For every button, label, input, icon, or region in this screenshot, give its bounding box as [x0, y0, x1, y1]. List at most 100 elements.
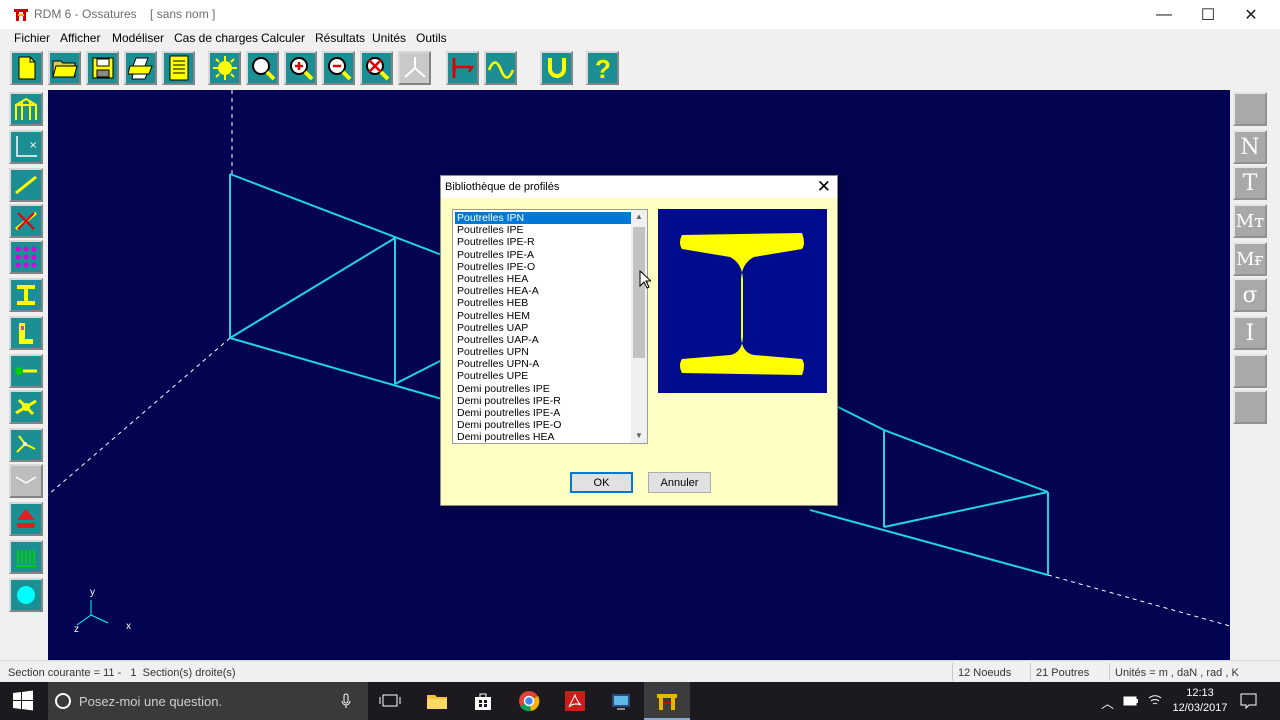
zoom-icon — [251, 57, 275, 81]
file-explorer-icon[interactable] — [425, 689, 449, 713]
wifi-icon[interactable] — [1147, 693, 1163, 707]
store-icon[interactable] — [471, 689, 495, 713]
node-tool-button[interactable]: × — [9, 130, 43, 164]
stress-button[interactable]: σ — [1233, 278, 1267, 312]
wave-icon — [487, 61, 514, 79]
run-button[interactable] — [9, 578, 43, 612]
zoom-cancel-icon — [365, 57, 389, 81]
open-button[interactable] — [48, 51, 81, 85]
load-tool-button[interactable] — [9, 502, 43, 536]
node-move-button[interactable] — [9, 428, 43, 462]
profile-list-item[interactable]: Poutrelles UPN-A — [455, 358, 631, 370]
maximize-button[interactable]: ☐ — [1185, 0, 1231, 29]
profile-list-item[interactable]: Poutrelles HEA — [455, 273, 631, 285]
support-tool-button[interactable] — [9, 354, 43, 388]
menu-fichier[interactable]: Fichier — [14, 31, 50, 45]
profile-list-item[interactable]: Demi poutrelles IPE-A — [455, 407, 631, 419]
profile-list-item[interactable]: Poutrelles UPE — [455, 370, 631, 382]
profile-list-item[interactable]: Demi poutrelles HEA — [455, 431, 631, 443]
search-box[interactable]: Posez-moi une question. — [48, 682, 368, 720]
profile-list-item[interactable]: Poutrelles IPN — [455, 212, 631, 225]
profile-list-item[interactable]: Poutrelles UAP — [455, 322, 631, 334]
menu-calculer[interactable]: Calculer — [261, 31, 305, 45]
ok-button[interactable]: OK — [570, 472, 633, 493]
section-tool-button[interactable] — [9, 278, 43, 312]
dialog-close-button[interactable]: ✕ — [817, 177, 831, 197]
zoom-cancel-button[interactable] — [360, 51, 393, 85]
material-icon — [19, 323, 33, 344]
torsion-moment-button[interactable]: Mт — [1233, 204, 1267, 238]
profile-list-item[interactable]: Demi poutrelles IPE-O — [455, 419, 631, 431]
tray-chevron-icon[interactable]: ︿ — [1101, 693, 1114, 712]
zoom-button[interactable] — [246, 51, 279, 85]
minimize-button[interactable]: — — [1141, 0, 1187, 29]
windows-start-icon[interactable] — [11, 689, 35, 713]
rdm6-app-icon — [657, 694, 677, 710]
result-blank-button-3[interactable] — [1233, 390, 1267, 424]
action-center-icon[interactable] — [1240, 693, 1257, 709]
virtualbox-icon[interactable] — [609, 689, 633, 713]
scroll-thumb[interactable] — [633, 227, 645, 358]
notes-button[interactable] — [162, 51, 195, 85]
status-bar: Section courante = 11 - 1 Section(s) dro… — [0, 660, 1280, 682]
task-view-icon[interactable] — [378, 689, 402, 713]
brightness-button[interactable] — [208, 51, 241, 85]
delete-beam-button[interactable] — [9, 204, 43, 238]
zoom-out-button[interactable] — [322, 51, 355, 85]
help-button[interactable]: ? — [586, 51, 619, 85]
rdm6-taskbar-button[interactable] — [644, 682, 690, 720]
menu-resultats[interactable]: Résultats — [315, 31, 365, 45]
release-tool-button[interactable] — [9, 390, 43, 424]
save-button[interactable] — [86, 51, 119, 85]
disabled-tool-button[interactable] — [9, 464, 43, 498]
result-blank-button-2[interactable] — [1233, 354, 1267, 388]
acrobat-icon[interactable] — [563, 689, 587, 713]
normal-force-button[interactable]: N — [1233, 130, 1267, 164]
taskbar-clock[interactable]: 12:13 12/03/2017 — [1170, 686, 1230, 716]
profile-list-item[interactable]: Demi poutrelles IPE — [455, 383, 631, 395]
axis-triad: y z x — [74, 587, 131, 635]
scroll-up-arrow-icon[interactable]: ▲ — [631, 210, 647, 224]
structure-tool-button[interactable] — [9, 92, 43, 126]
chrome-icon[interactable] — [517, 689, 541, 713]
profile-list-item[interactable]: Poutrelles IPE-R — [455, 236, 631, 248]
status-units: Unités = m , daN , rad , K — [1115, 667, 1239, 679]
profile-list-item[interactable]: Poutrelles HEB — [455, 297, 631, 309]
profile-list-item[interactable]: Poutrelles IPE — [455, 224, 631, 236]
menu-outils[interactable]: Outils — [416, 31, 447, 45]
section-result-button[interactable]: Ι — [1233, 316, 1267, 350]
bending-moment-button[interactable]: Mғ — [1233, 242, 1267, 276]
result-blank-button-1[interactable] — [1233, 92, 1267, 126]
new-file-button[interactable] — [10, 51, 43, 85]
cancel-button[interactable]: Annuler — [648, 472, 711, 493]
profile-list-item[interactable]: Poutrelles UPN — [455, 346, 631, 358]
profile-list-item[interactable]: Poutrelles IPE-A — [455, 249, 631, 261]
zoom-in-button[interactable] — [284, 51, 317, 85]
profile-list[interactable]: Poutrelles IPN Poutrelles IPE Poutrelles I… — [452, 209, 648, 444]
mesh-tool-button[interactable] — [9, 240, 43, 274]
profile-list-item[interactable]: Poutrelles HEM — [455, 310, 631, 322]
wave-button[interactable] — [484, 51, 517, 85]
menu-modeliser[interactable]: Modéliser — [112, 31, 164, 45]
axes-button[interactable] — [398, 51, 431, 85]
material-tool-button[interactable] — [9, 316, 43, 350]
close-button[interactable]: ✕ — [1228, 0, 1274, 29]
menu-unites[interactable]: Unités — [372, 31, 406, 45]
profile-list-scrollbar[interactable]: ▲ ▼ — [631, 210, 647, 443]
profile-list-item[interactable]: Poutrelles UAP-A — [455, 334, 631, 346]
scroll-down-arrow-icon[interactable]: ▼ — [631, 429, 647, 443]
profile-list-item[interactable]: Poutrelles IPE-O — [455, 261, 631, 273]
print-button[interactable] — [124, 51, 157, 85]
profile-list-item[interactable]: Demi poutrelles IPE-R — [455, 395, 631, 407]
microphone-icon[interactable] — [341, 693, 351, 709]
svg-text:×: × — [29, 140, 37, 151]
flag-button[interactable] — [446, 51, 479, 85]
magnet-button[interactable] — [540, 51, 573, 85]
shear-force-button[interactable]: T — [1233, 166, 1267, 200]
menu-afficher[interactable]: Afficher — [60, 31, 100, 45]
menu-cas-de-charges[interactable]: Cas de charges — [174, 31, 258, 45]
beam-tool-button[interactable] — [9, 168, 43, 202]
profile-list-item[interactable]: Poutrelles HEA-A — [455, 285, 631, 297]
distributed-load-button[interactable] — [9, 540, 43, 574]
battery-icon[interactable] — [1123, 694, 1139, 708]
